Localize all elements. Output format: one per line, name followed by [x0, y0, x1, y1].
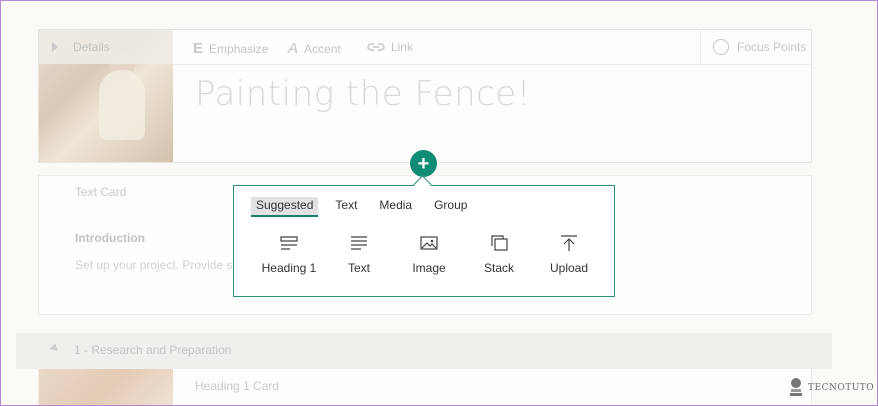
tab-suggested[interactable]: Suggested [251, 197, 319, 217]
upload-icon [561, 235, 577, 251]
link-button[interactable]: Link [367, 40, 413, 54]
section-title: 1 - Research and Preparation [74, 343, 232, 357]
upload-button[interactable]: Upload [534, 234, 604, 275]
add-content-button[interactable]: + [410, 150, 437, 177]
insert-heading1-button[interactable]: Heading 1 [254, 234, 324, 275]
plus-icon: + [417, 152, 430, 175]
emphasize-button[interactable]: E Emphasize [193, 40, 268, 57]
text-lines-icon [351, 236, 367, 250]
watermark: TECNOTUTO [788, 376, 874, 400]
tab-text[interactable]: Text [330, 197, 362, 217]
insert-image-button[interactable]: Image [394, 234, 464, 275]
heading1-card: Heading 1 Card [38, 369, 812, 406]
link-icon [367, 43, 385, 51]
section-header[interactable]: 1 - Research and Preparation [16, 333, 832, 369]
stack-icon [491, 235, 508, 251]
insert-stack-button[interactable]: Stack [464, 234, 534, 275]
text-card-body[interactable]: Set up your project. Provide s [75, 258, 232, 272]
image-icon [420, 236, 438, 250]
heading1-card-label: Heading 1 Card [195, 379, 280, 393]
text-card-heading[interactable]: Introduction [75, 231, 145, 245]
details-label: Details [73, 40, 110, 54]
accent-button[interactable]: A Accent [288, 40, 341, 57]
popup-tabs: Suggested Text Media Group [251, 197, 484, 217]
card-image [39, 369, 173, 406]
tab-media[interactable]: Media [374, 197, 417, 217]
insert-text-button[interactable]: Text [324, 234, 394, 275]
title-card: Details E Emphasize A Accent Link Focus … [38, 29, 812, 163]
watermark-text: TECNOTUTO [808, 383, 875, 393]
watermark-logo-icon [790, 378, 802, 396]
focus-points-icon [713, 39, 729, 55]
collapse-arrow-icon [49, 343, 61, 354]
heading-icon [280, 236, 298, 250]
insert-content-popup: Suggested Text Media Group Heading 1 Tex… [233, 185, 615, 297]
format-toolbar: E Emphasize A Accent Link Focus Points [173, 30, 811, 65]
tab-group[interactable]: Group [429, 197, 472, 217]
details-toggle[interactable]: Details [39, 30, 173, 64]
emphasize-icon: E [193, 40, 204, 57]
expand-arrow-icon [52, 42, 58, 52]
page-title[interactable]: Painting the Fence! [195, 74, 531, 114]
focus-points-button[interactable]: Focus Points [700, 30, 811, 64]
text-card-label: Text Card [75, 185, 127, 199]
popup-items: Heading 1 Text Image Stack Upload [254, 234, 604, 275]
accent-icon: A [288, 40, 299, 57]
